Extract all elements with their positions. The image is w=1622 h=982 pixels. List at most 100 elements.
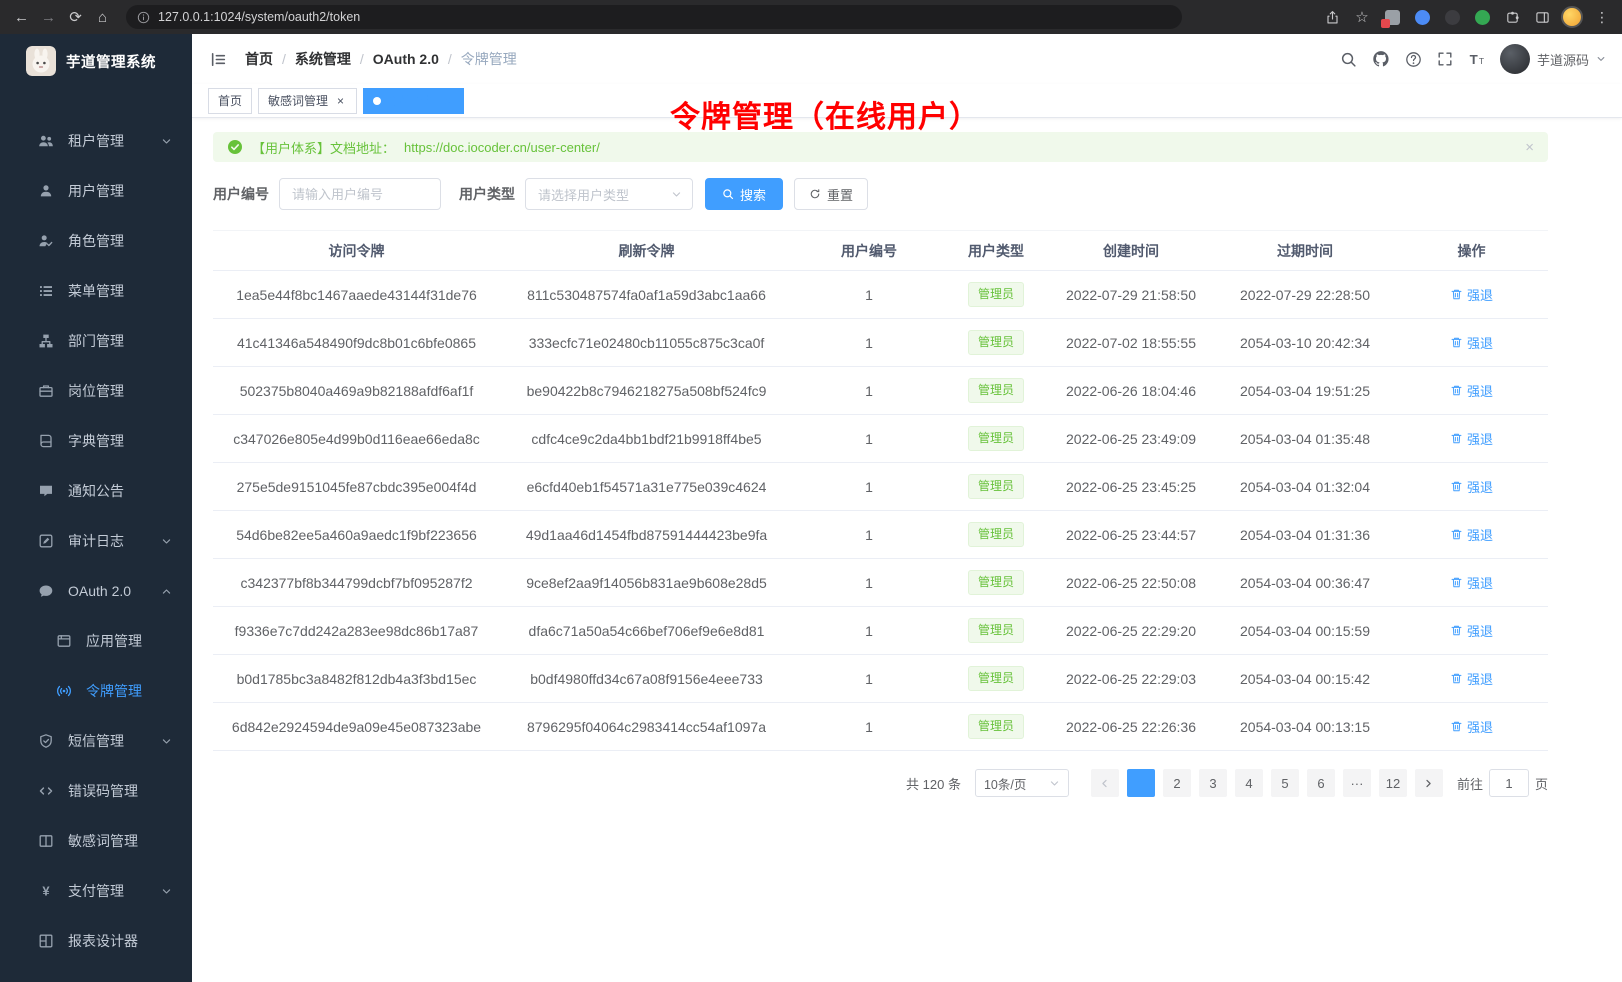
- sidebar-item-tenant[interactable]: 租户管理: [0, 116, 192, 166]
- browser-menu-icon[interactable]: ⋮: [1590, 5, 1614, 29]
- sidebar-item-post[interactable]: 岗位管理: [0, 366, 192, 416]
- user-icon: [38, 183, 54, 199]
- extension-icon[interactable]: [1410, 5, 1434, 29]
- close-icon[interactable]: ×: [441, 94, 454, 107]
- fontsize-icon: TT: [1468, 51, 1485, 68]
- next-page-button[interactable]: [1415, 769, 1443, 797]
- alert-doc-link[interactable]: https://doc.iocoder.cn/user-center/: [404, 140, 600, 155]
- home-button[interactable]: ⌂: [89, 4, 116, 31]
- refresh-token-cell: b0df4980ffd34c67a08f9156e4eee733: [500, 671, 793, 687]
- extension-icon[interactable]: [1470, 5, 1494, 29]
- sidebar-item-sms[interactable]: 短信管理: [0, 716, 192, 766]
- page-button[interactable]: 3: [1199, 769, 1227, 797]
- tab-home[interactable]: 首页: [208, 88, 252, 114]
- sidebar-item-audit-log[interactable]: 审计日志: [0, 516, 192, 566]
- force-logout-button[interactable]: 强退: [1450, 333, 1493, 352]
- site-info-icon[interactable]: [137, 11, 150, 24]
- sidebar-item-menu[interactable]: 菜单管理: [0, 266, 192, 316]
- breadcrumb-item[interactable]: 系统管理: [295, 49, 351, 69]
- user-menu[interactable]: 芋道源码: [1500, 44, 1606, 74]
- force-logout-button[interactable]: 强退: [1450, 717, 1493, 736]
- user-type-select[interactable]: 请选择用户类型: [525, 178, 693, 210]
- page-button[interactable]: 1: [1127, 769, 1155, 797]
- user-type-cell: 管理员: [945, 282, 1047, 307]
- bookmark-star-icon[interactable]: ☆: [1350, 5, 1374, 29]
- breadcrumb-item[interactable]: 首页: [245, 49, 273, 69]
- chevron-down-icon: [161, 736, 172, 747]
- svg-text:T: T: [1470, 51, 1478, 66]
- url-bar[interactable]: 127.0.0.1:1024/system/oauth2/token: [126, 5, 1182, 29]
- back-button[interactable]: ←: [8, 4, 35, 31]
- collapse-sidebar-icon[interactable]: [210, 51, 227, 68]
- reload-button[interactable]: ⟳: [62, 4, 89, 31]
- sidebar-item-pay[interactable]: ¥支付管理: [0, 866, 192, 916]
- force-logout-button[interactable]: 强退: [1450, 477, 1493, 496]
- side-panel-icon[interactable]: [1530, 5, 1554, 29]
- page-button[interactable]: 4: [1235, 769, 1263, 797]
- share-icon[interactable]: [1320, 5, 1344, 29]
- page-size-select[interactable]: 10条/页: [975, 769, 1069, 797]
- search-button[interactable]: 搜索: [705, 178, 783, 210]
- check-circle-icon: [227, 139, 243, 155]
- page-button[interactable]: 12: [1379, 769, 1407, 797]
- user-id-input[interactable]: [279, 178, 441, 210]
- force-logout-button[interactable]: 强退: [1450, 573, 1493, 592]
- total-count: 共 120 条: [906, 774, 961, 793]
- sidebar-item-label: 字典管理: [68, 431, 124, 451]
- force-logout-button[interactable]: 强退: [1450, 429, 1493, 448]
- forward-button[interactable]: →: [35, 4, 62, 31]
- page-button[interactable]: 2: [1163, 769, 1191, 797]
- extension-icon[interactable]: [1440, 5, 1464, 29]
- force-logout-label: 强退: [1467, 477, 1493, 496]
- page-button[interactable]: 6: [1307, 769, 1335, 797]
- user-id-cell: 1: [793, 671, 945, 687]
- tab-token[interactable]: 令牌管理×: [363, 88, 464, 114]
- reset-button-label: 重置: [827, 185, 853, 204]
- breadcrumb-item[interactable]: OAuth 2.0: [373, 51, 439, 67]
- force-logout-button[interactable]: 强退: [1450, 381, 1493, 400]
- search-icon[interactable]: [1340, 51, 1357, 68]
- more-pages-button[interactable]: ···: [1343, 769, 1371, 797]
- sidebar-item-oauth2[interactable]: OAuth 2.0: [0, 566, 192, 616]
- table-row: f9336e7c7dd242a283ee98dc86b17a87dfa6c71a…: [213, 607, 1548, 655]
- tab-sensitive-word[interactable]: 敏感词管理×: [258, 88, 357, 114]
- force-logout-label: 强退: [1467, 381, 1493, 400]
- extensions-puzzle-icon[interactable]: [1500, 5, 1524, 29]
- force-logout-button[interactable]: 强退: [1450, 285, 1493, 304]
- trash-icon: [1450, 720, 1463, 733]
- goto-page-input[interactable]: [1489, 769, 1529, 797]
- alert-close-icon[interactable]: ×: [1525, 140, 1534, 155]
- sidebar-item-app[interactable]: 应用管理: [0, 616, 192, 666]
- search-button-label: 搜索: [740, 185, 766, 204]
- font-size-icon[interactable]: TT: [1468, 51, 1485, 68]
- page-button[interactable]: 5: [1271, 769, 1299, 797]
- sidebar-item-dept[interactable]: 部门管理: [0, 316, 192, 366]
- sidebar-item-sensitive-word[interactable]: 敏感词管理: [0, 816, 192, 866]
- sidebar-item-user[interactable]: 用户管理: [0, 166, 192, 216]
- sidebar-item-report[interactable]: 报表设计器: [0, 916, 192, 966]
- sidebar-item-token[interactable]: 令牌管理: [0, 666, 192, 716]
- fullscreen-icon[interactable]: [1437, 51, 1453, 67]
- role-icon: [38, 233, 54, 249]
- app-logo[interactable]: 芋道管理系统: [0, 34, 192, 88]
- prev-page-button[interactable]: [1091, 769, 1119, 797]
- force-logout-button[interactable]: 强退: [1450, 669, 1493, 688]
- help-icon[interactable]: [1405, 51, 1422, 68]
- sidebar-item-dict[interactable]: 字典管理: [0, 416, 192, 466]
- force-logout-label: 强退: [1467, 621, 1493, 640]
- reset-button[interactable]: 重置: [794, 178, 868, 210]
- browser-profile-avatar[interactable]: [1560, 5, 1584, 29]
- url-text: 127.0.0.1:1024/system/oauth2/token: [158, 10, 360, 24]
- force-logout-button[interactable]: 强退: [1450, 621, 1493, 640]
- force-logout-label: 强退: [1467, 333, 1493, 352]
- app-frame: 芋道管理系统 租户管理用户管理角色管理菜单管理部门管理岗位管理字典管理通知公告审…: [0, 34, 1622, 982]
- column-header: 用户类型: [945, 241, 1047, 261]
- force-logout-label: 强退: [1467, 717, 1493, 736]
- sidebar-item-role[interactable]: 角色管理: [0, 216, 192, 266]
- extension-icon[interactable]: [1380, 5, 1404, 29]
- sidebar-item-error-code[interactable]: 错误码管理: [0, 766, 192, 816]
- github-icon[interactable]: [1372, 50, 1390, 68]
- sidebar-item-notice[interactable]: 通知公告: [0, 466, 192, 516]
- close-icon[interactable]: ×: [334, 94, 347, 107]
- force-logout-button[interactable]: 强退: [1450, 525, 1493, 544]
